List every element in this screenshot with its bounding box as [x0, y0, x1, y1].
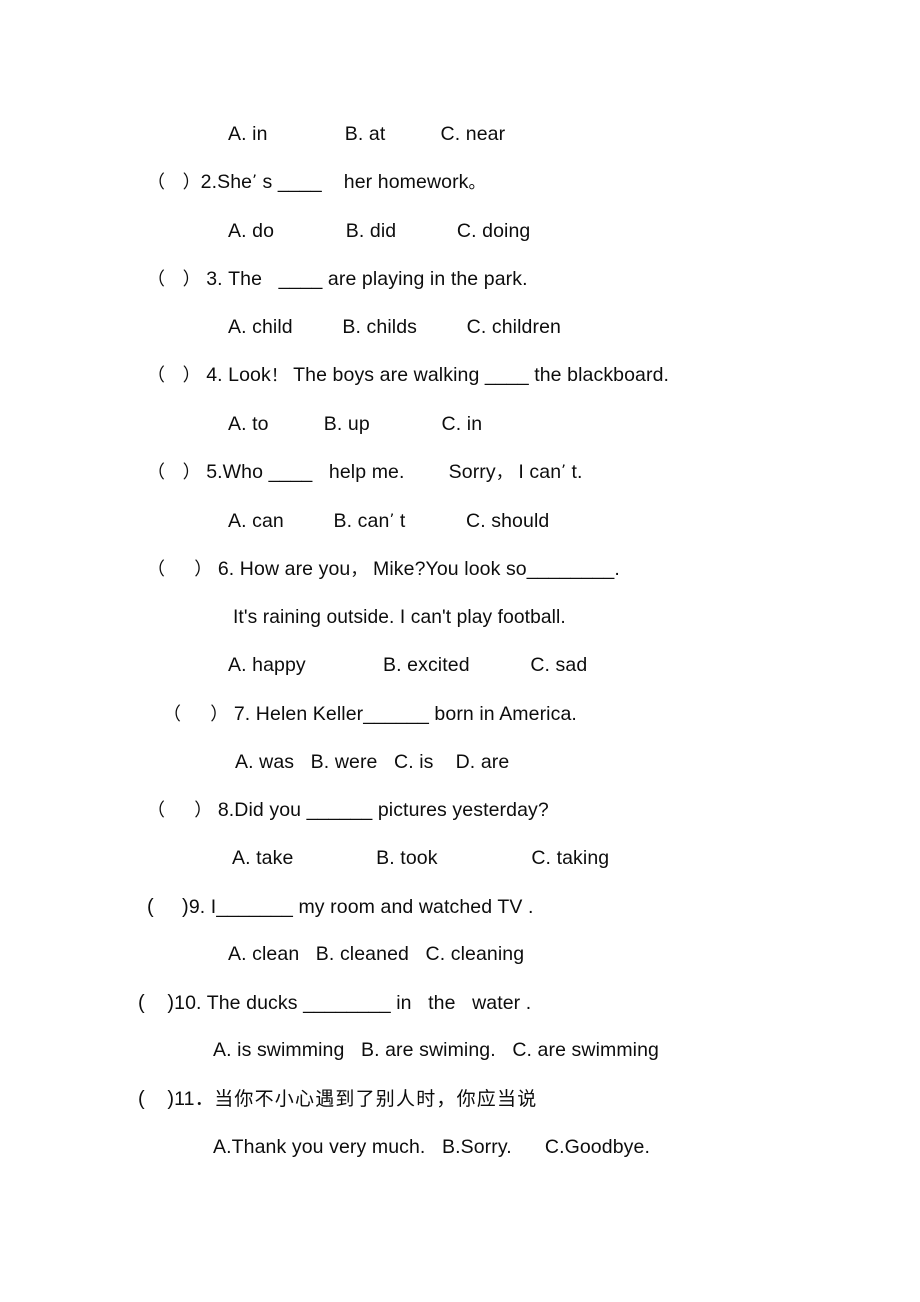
stem-text: I can — [512, 461, 562, 483]
question-6-stem: （ ） 6. How are you， Mike?You look so____… — [147, 558, 620, 580]
question-7-stem: （ ） 7. Helen Keller______ born in Americ… — [163, 703, 577, 725]
answer-blank: ____ — [278, 268, 323, 290]
stem-text: 2.She — [200, 171, 253, 193]
question-3-options: A. child B. childs C. children — [228, 316, 561, 338]
question-4-options: A. to B. up C. in — [228, 413, 483, 435]
stem-text: t. — [566, 461, 583, 483]
question-8-options: A. take B. took C. taking — [232, 847, 610, 869]
answer-bracket[interactable]: ( ) — [147, 896, 189, 918]
stem-text: 10. The ducks — [174, 992, 304, 1014]
answer-bracket[interactable]: ( ) — [138, 1088, 174, 1110]
question-3-stem: （ ） 3. The ____ are playing in the park. — [147, 268, 528, 290]
answer-bracket[interactable]: （ ） — [163, 704, 228, 725]
stem-text: 8.Did you — [212, 799, 307, 821]
question-6-options: A. happy B. excited C. sad — [228, 654, 588, 676]
answer-blank: ____ — [277, 171, 322, 193]
stem-text: the blackboard. — [528, 364, 670, 386]
answer-bracket[interactable]: （ ） — [147, 462, 201, 483]
answer-blank: ________ — [526, 558, 615, 580]
stem-text: pictures yesterday? — [372, 799, 549, 821]
question-7-options: A. was B. were C. is D. are — [235, 751, 510, 773]
question-6-context-sentence: It's raining outside. I can't play footb… — [233, 607, 566, 628]
full-width-period: 。 — [468, 173, 486, 193]
stem-text: are playing in the park. — [322, 268, 528, 290]
stem-text: help me. Sorry — [312, 461, 496, 483]
answer-bracket[interactable]: ( ) — [138, 992, 174, 1014]
question-10-stem: ( )10. The ducks ________ in the water . — [138, 993, 531, 1014]
question-2-options: A. do B. did C. doing — [228, 220, 531, 242]
answer-bracket[interactable]: （ ） — [147, 559, 212, 580]
full-width-comma: ， — [495, 463, 513, 483]
answer-blank: ______ — [306, 799, 373, 821]
question-11-stem: ( )11．当你不小心遇到了别人时，你应当说 — [138, 1089, 537, 1110]
question-2-stem: （ ）2.She’ s ____ her homework。 — [147, 171, 486, 193]
question-1-options: A. in B. at C. near — [228, 123, 506, 145]
question-5-stem: （ ） 5.Who ____ help me. Sorry， I can’ t. — [147, 461, 583, 483]
stem-text: 4. Look — [200, 364, 271, 386]
stem-text: her homework — [321, 171, 469, 193]
stem-text: my room and watched TV . — [292, 896, 534, 918]
stem-text: 3. The — [200, 268, 279, 290]
stem-text: 9. I — [188, 896, 217, 918]
stem-text: born in America. — [428, 703, 577, 725]
chinese-prompt-text: 当你不小心遇到了别人时，你应当说 — [214, 1088, 538, 1110]
question-11-options: A.Thank you very much. B.Sorry. C.Goodby… — [213, 1136, 650, 1158]
question-number: 11． — [174, 1088, 215, 1110]
answer-bracket[interactable]: （ ） — [147, 172, 201, 193]
option-text: A. can B. can — [228, 510, 390, 532]
question-5-options: A. can B. can’ t C. should — [228, 510, 550, 532]
question-10-options: A. is swimming B. are swiming. C. are sw… — [213, 1039, 660, 1061]
answer-blank: _______ — [216, 896, 293, 918]
full-width-exclamation: ！ — [270, 366, 288, 386]
full-width-comma: ， — [350, 560, 368, 580]
answer-blank: ____ — [268, 461, 313, 483]
question-8-stem: （ ） 8.Did you ______ pictures yesterday? — [147, 799, 549, 821]
answer-bracket[interactable]: （ ） — [147, 365, 201, 386]
question-4-stem: （ ） 4. Look！ The boys are walking ____ t… — [147, 364, 670, 386]
question-9-stem: ( )9. I_______ my room and watched TV . — [147, 897, 534, 918]
answer-bracket[interactable]: （ ） — [147, 800, 212, 821]
stem-text: s — [257, 171, 278, 193]
stem-text: 5.Who — [200, 461, 269, 483]
stem-text: in the water . — [390, 992, 532, 1014]
stem-text: The boys are walking — [287, 364, 485, 386]
option-text: t C. should — [394, 510, 550, 532]
answer-bracket[interactable]: （ ） — [147, 269, 201, 290]
worksheet-page: A. in B. at C. near （ ）2.She’ s ____ her… — [0, 0, 920, 1302]
stem-text: 7. Helen Keller — [228, 703, 364, 725]
answer-blank: ____ — [484, 364, 529, 386]
stem-text: . — [614, 558, 620, 580]
stem-text: 6. How are you — [212, 558, 351, 580]
question-9-options: A. clean B. cleaned C. cleaning — [228, 943, 525, 965]
answer-blank: ________ — [303, 992, 391, 1014]
stem-text: Mike?You look so — [367, 558, 527, 580]
answer-blank: ______ — [363, 703, 429, 725]
